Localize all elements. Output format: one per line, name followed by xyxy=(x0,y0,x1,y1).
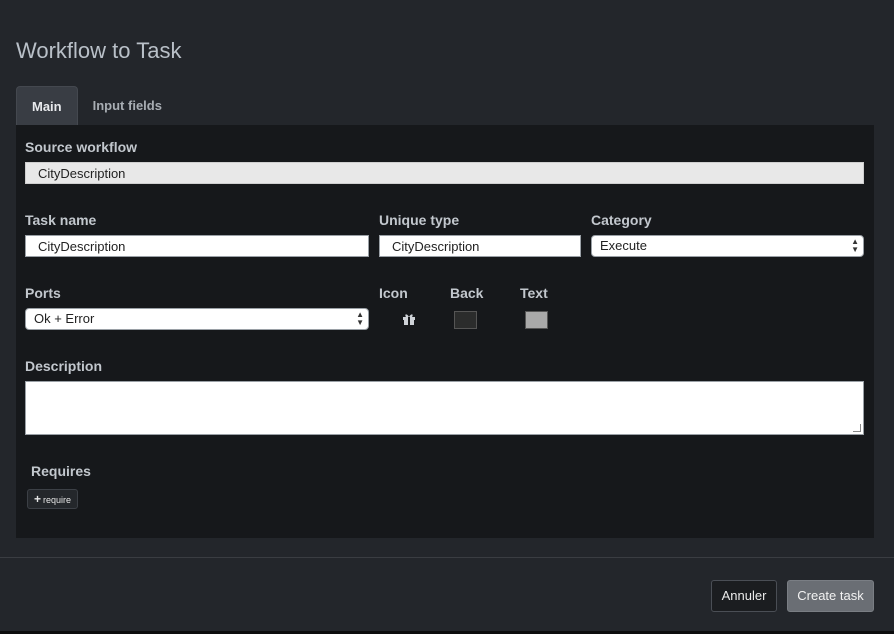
ports-select[interactable]: Ok + Error ▲ ▼ xyxy=(25,308,369,330)
gift-icon[interactable] xyxy=(402,312,416,331)
tab-input-fields[interactable]: Input fields xyxy=(78,86,177,125)
source-workflow-field[interactable] xyxy=(25,162,864,184)
ports-label: Ports xyxy=(25,285,61,301)
ports-value: Ok + Error xyxy=(34,311,95,326)
add-require-button[interactable]: + require xyxy=(27,489,79,509)
category-select[interactable]: Execute ▲ ▼ xyxy=(591,235,864,257)
source-workflow-label: Source workflow xyxy=(25,139,138,155)
text-color-swatch[interactable] xyxy=(525,311,548,329)
task-name-label: Task name xyxy=(25,212,97,228)
tab-bar: Main Input fields xyxy=(16,86,177,125)
task-name-field[interactable] xyxy=(25,235,369,257)
description-label: Description xyxy=(25,358,103,374)
select-arrows-icon: ▲ ▼ xyxy=(356,310,364,327)
requires-label: Requires xyxy=(31,463,91,479)
unique-type-field[interactable] xyxy=(379,235,581,257)
add-require-label: require xyxy=(43,495,72,505)
back-color-swatch[interactable] xyxy=(454,311,477,329)
dialog-title: Workflow to Task xyxy=(16,38,182,63)
unique-type-label: Unique type xyxy=(379,212,460,228)
resize-handle-icon[interactable] xyxy=(853,424,861,432)
workflow-to-task-dialog: Workflow to Task Main Input fields Sourc… xyxy=(0,0,894,634)
category-value: Execute xyxy=(600,238,647,253)
tab-main[interactable]: Main xyxy=(16,86,78,125)
plus-icon: + xyxy=(34,492,42,506)
cancel-button[interactable]: Annuler xyxy=(711,580,777,612)
description-textarea[interactable] xyxy=(25,381,864,435)
back-label: Back xyxy=(450,285,484,301)
icon-label: Icon xyxy=(379,285,408,301)
main-panel: Source workflow Task name Unique type Ca… xyxy=(16,125,874,538)
select-arrows-icon: ▲ ▼ xyxy=(851,237,859,254)
text-label: Text xyxy=(520,285,548,301)
category-label: Category xyxy=(591,212,652,228)
create-task-button[interactable]: Create task xyxy=(787,580,874,612)
footer-divider xyxy=(0,557,894,558)
